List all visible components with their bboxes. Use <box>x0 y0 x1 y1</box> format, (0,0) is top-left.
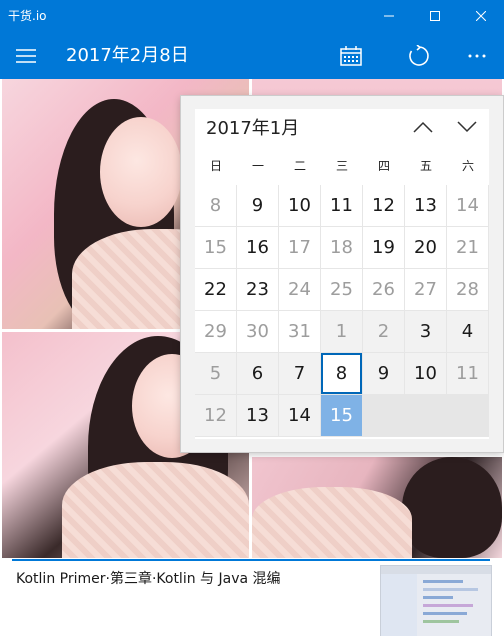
calendar-flyout: 2017年1月 日 一 二 三 四 五 六 8 9 10 11 12 13 14… <box>181 96 503 452</box>
weekday-label: 五 <box>419 159 432 173</box>
calendar-icon <box>340 46 362 66</box>
month-label[interactable]: 2017年1月 <box>206 118 299 140</box>
calendar-day[interactable]: 12 <box>195 395 236 436</box>
calendar-day[interactable]: 16 <box>237 227 278 268</box>
article-title[interactable]: Kotlin Primer·第三章·Kotlin 与 Java 混编 <box>16 570 281 588</box>
calendar-day[interactable]: 13 <box>405 185 446 226</box>
minimize-button[interactable] <box>366 0 412 32</box>
page-title[interactable]: 2017年2月8日 <box>66 45 189 67</box>
calendar-day[interactable]: 11 <box>447 353 488 394</box>
calendar-day[interactable]: 10 <box>405 353 446 394</box>
calendar-day[interactable]: 28 <box>447 269 488 310</box>
calendar-day[interactable]: 20 <box>405 227 446 268</box>
calendar-day[interactable]: 30 <box>237 311 278 352</box>
previous-month-button[interactable] <box>407 113 439 141</box>
weekday-label: 六 <box>461 159 474 173</box>
chevron-down-icon <box>457 121 477 133</box>
calendar-day-selected[interactable]: 15 <box>321 395 362 436</box>
calendar-day[interactable]: 14 <box>279 395 320 436</box>
calendar-header: 2017年1月 <box>195 109 489 145</box>
calendar-day[interactable]: 6 <box>237 353 278 394</box>
menu-button[interactable] <box>8 38 44 74</box>
calendar-day[interactable]: 7 <box>279 353 320 394</box>
weekday-label: 日 <box>209 159 222 173</box>
close-button[interactable] <box>458 0 504 32</box>
app-window: 干货.io 2017年2月8日 Kotlin Primer·第三章·Kotlin… <box>0 0 504 636</box>
calendar-day[interactable]: 14 <box>447 185 488 226</box>
calendar-day[interactable]: 21 <box>447 227 488 268</box>
article-item[interactable]: Kotlin Primer·第三章·Kotlin 与 Java 混编 <box>0 559 504 636</box>
maximize-icon <box>430 11 440 21</box>
calendar-day[interactable]: 24 <box>279 269 320 310</box>
hamburger-icon <box>16 49 36 63</box>
calendar-day[interactable]: 9 <box>237 185 278 226</box>
calendar-day[interactable]: 3 <box>405 311 446 352</box>
calendar-day[interactable]: 22 <box>195 269 236 310</box>
minimize-icon <box>384 15 394 17</box>
weekday-label: 三 <box>335 159 348 173</box>
calendar-day[interactable]: 18 <box>321 227 362 268</box>
calendar-button[interactable] <box>333 38 369 74</box>
refresh-button[interactable] <box>401 38 437 74</box>
weekday-label: 二 <box>293 159 306 173</box>
calendar-view: 2017年1月 日 一 二 三 四 五 六 8 9 10 11 12 13 14… <box>195 109 489 439</box>
photo-tile[interactable] <box>252 457 502 558</box>
title-bar: 干货.io <box>0 0 504 32</box>
calendar-day[interactable]: 27 <box>405 269 446 310</box>
more-button[interactable] <box>459 38 495 74</box>
calendar-day[interactable]: 11 <box>321 185 362 226</box>
next-month-button[interactable] <box>451 113 483 141</box>
calendar-day[interactable]: 12 <box>363 185 404 226</box>
calendar-day[interactable]: 25 <box>321 269 362 310</box>
window-title: 干货.io <box>8 9 47 23</box>
calendar-day[interactable]: 8 <box>195 185 236 226</box>
refresh-icon <box>409 45 429 66</box>
maximize-button[interactable] <box>412 0 458 32</box>
calendar-day[interactable]: 10 <box>279 185 320 226</box>
article-thumbnail <box>380 565 492 636</box>
calendar-day[interactable]: 19 <box>363 227 404 268</box>
weekday-label: 四 <box>377 159 390 173</box>
calendar-day[interactable]: 5 <box>195 353 236 394</box>
calendar-day[interactable]: 13 <box>237 395 278 436</box>
chevron-up-icon <box>413 121 433 133</box>
calendar-day[interactable]: 1 <box>321 311 362 352</box>
calendar-day[interactable]: 26 <box>363 269 404 310</box>
weekday-header: 日 一 二 三 四 五 六 <box>195 149 489 183</box>
calendar-day-today[interactable]: 8 <box>321 353 362 394</box>
calendar-day[interactable]: 2 <box>363 311 404 352</box>
weekday-label: 一 <box>251 159 264 173</box>
divider <box>12 559 490 561</box>
calendar-day[interactable]: 31 <box>279 311 320 352</box>
calendar-day[interactable]: 9 <box>363 353 404 394</box>
calendar-day[interactable]: 15 <box>195 227 236 268</box>
more-icon <box>468 54 486 58</box>
close-icon <box>476 11 486 21</box>
calendar-day[interactable]: 23 <box>237 269 278 310</box>
calendar-day[interactable]: 29 <box>195 311 236 352</box>
calendar-day[interactable]: 17 <box>279 227 320 268</box>
calendar-day[interactable]: 4 <box>447 311 488 352</box>
app-bar: 2017年2月8日 <box>0 32 504 79</box>
calendar-day-grid: 8 9 10 11 12 13 14 15 16 17 18 19 20 21 … <box>195 185 489 437</box>
